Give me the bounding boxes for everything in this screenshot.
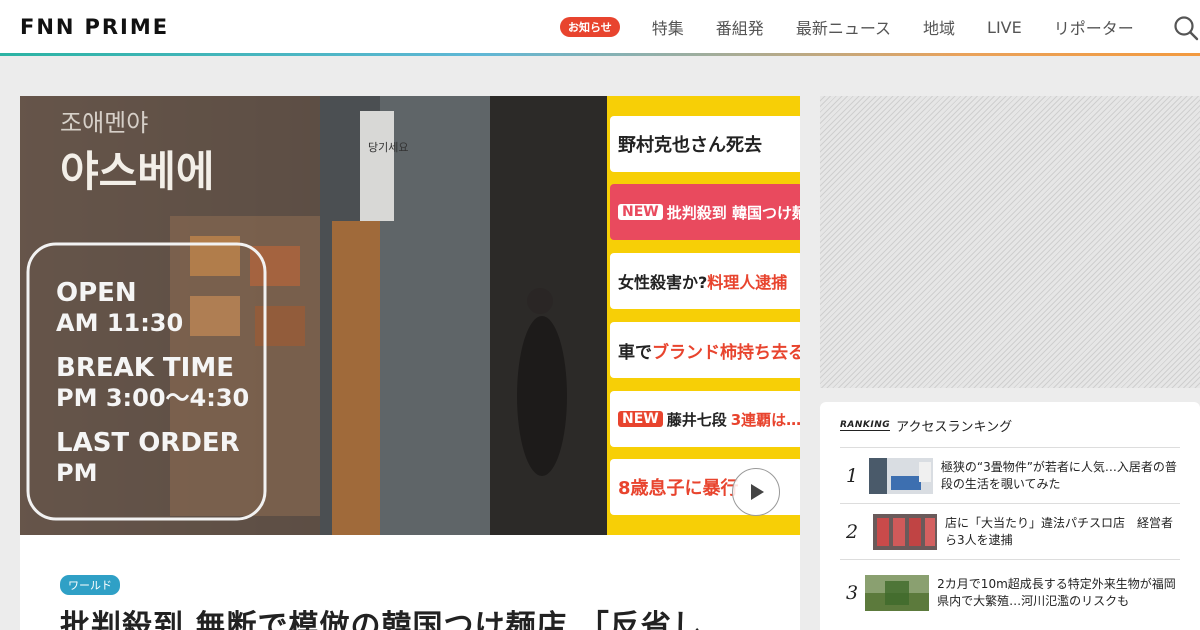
nav-item-latest-news[interactable]: 最新ニュース — [796, 15, 891, 39]
news-ticker-panel: 野村克也さん死去 NEW 批判殺到 韓国つけ麺店 女性殺害か? 料理人逮捕 車で… — [607, 96, 800, 536]
new-badge: NEW — [618, 411, 663, 427]
play-button[interactable] — [732, 468, 780, 516]
ticker-highlight: ブランド柿持ち去る — [652, 342, 800, 363]
hero-image[interactable]: 조애멘야 야스베에 당기세요 OPEN AM 11:30 BREAK TIME … — [20, 96, 800, 536]
ticker-highlight: 料理人逮捕 — [707, 273, 788, 292]
access-ranking-panel: RANKING アクセスランキング 1 極狭の“3畳物件”が若者に人気…入居者の… — [820, 402, 1200, 630]
search-icon[interactable] — [1173, 15, 1199, 41]
door-plate-text: 당기세요 — [368, 141, 408, 154]
sign-korean-name: 야스베에 — [60, 147, 215, 196]
ticker-text: 批判殺到 韓国つけ麺店 — [666, 203, 800, 222]
hours-line-3: BREAK TIME — [56, 353, 234, 383]
hours-line-4: PM 3:00～4:30 — [56, 384, 249, 412]
ranking-thumbnail — [868, 457, 933, 494]
ranking-item-text: 2カ月で10m超成長する特定外来生物が福岡県内で大繁殖…河川氾濫のリスクも — [937, 576, 1176, 608]
hours-line-1: OPEN — [56, 278, 137, 308]
rank-number: 1 — [846, 464, 859, 487]
nav-item-reporter[interactable]: リポーター — [1054, 15, 1134, 39]
ticker-item: 車で ブランド柿持ち去る — [610, 322, 800, 378]
sign-korean-top: 조애멘야 — [60, 109, 148, 137]
main-nav: お知らせ 特集 番組発 最新ニュース 地域 LIVE リポーター — [560, 0, 1166, 54]
ranking-title: アクセスランキング — [896, 420, 1013, 435]
ticker-highlight: 3連覇は… — [730, 410, 800, 429]
rank-number: 3 — [846, 581, 859, 604]
logo-prime: PRIME — [84, 15, 170, 39]
notice-badge[interactable]: お知らせ — [560, 17, 620, 37]
ticker-text: 車で — [618, 342, 652, 363]
nav-item-live[interactable]: LIVE — [987, 18, 1022, 37]
site-logo[interactable]: FNN PRIME — [20, 15, 169, 39]
ticker-item-active: NEW 批判殺到 韓国つけ麺店 — [610, 184, 800, 240]
nav-item-region[interactable]: 地域 — [923, 15, 955, 39]
ranking-item[interactable]: 1 極狭の“3畳物件”が若者に人気…入居者の普段の生活を覗いてみた — [840, 447, 1180, 503]
hours-line-6: PM — [56, 459, 97, 487]
ticker-item: 女性殺害か? 料理人逮捕 — [610, 253, 800, 309]
ranking-thumbnail — [865, 574, 930, 611]
play-icon — [751, 484, 764, 500]
ticker-item: 野村克也さん死去 — [610, 116, 800, 172]
ranking-tag: RANKING — [840, 420, 891, 431]
ranking-item-text: 極狭の“3畳物件”が若者に人気…入居者の普段の生活を覗いてみた — [940, 459, 1177, 491]
header-accent-line — [0, 53, 1200, 56]
ticker-text: 野村克也さん死去 — [618, 135, 762, 156]
ranking-thumbnail — [873, 513, 938, 550]
rank-number: 2 — [846, 520, 859, 543]
ranking-list: 1 極狭の“3畳物件”が若者に人気…入居者の普段の生活を覗いてみた 2 店に「大… — [840, 447, 1180, 625]
ad-placeholder — [820, 96, 1200, 388]
nav-item-features[interactable]: 特集 — [652, 15, 684, 39]
logo-fnn: FNN — [20, 15, 76, 39]
hours-line-2: AM 11:30 — [56, 309, 183, 337]
hours-line-5: LAST ORDER — [56, 428, 240, 458]
ranking-item[interactable]: 2 店に「大当たり」違法パチスロ店 経営者ら3人を逮捕 — [840, 503, 1180, 559]
ranking-header: RANKING アクセスランキング — [840, 416, 1012, 435]
ranking-item[interactable]: 3 2カ月で10m超成長する特定外来生物が福岡県内で大繁殖…河川氾濫のリスクも — [840, 559, 1180, 625]
nav-item-programs[interactable]: 番組発 — [716, 15, 764, 39]
ticker-item: NEW 藤井七段 3連覇は… — [610, 391, 800, 447]
site-header: FNN PRIME お知らせ 特集 番組発 最新ニュース 地域 LIVE リポー… — [0, 0, 1200, 54]
ranking-item-text: 店に「大当たり」違法パチスロ店 経営者ら3人を逮捕 — [945, 515, 1174, 547]
article-summary[interactable]: ワールド 批判殺到 無断で模倣の韓国つけ麺店 「反省し — [20, 535, 800, 630]
ticker-text: 女性殺害か? — [618, 273, 708, 292]
article-headline[interactable]: 批判殺到 無断で模倣の韓国つけ麺店 「反省し — [60, 601, 703, 630]
ticker-text: 藤井七段 — [666, 410, 727, 429]
restaurant-window-scene: 조애멘야 야스베에 당기세요 OPEN AM 11:30 BREAK TIME … — [20, 96, 607, 536]
category-badge[interactable]: ワールド — [60, 575, 120, 595]
ticker-highlight: 8歳息子に暴行 — [618, 478, 739, 499]
new-badge: NEW — [618, 204, 663, 220]
